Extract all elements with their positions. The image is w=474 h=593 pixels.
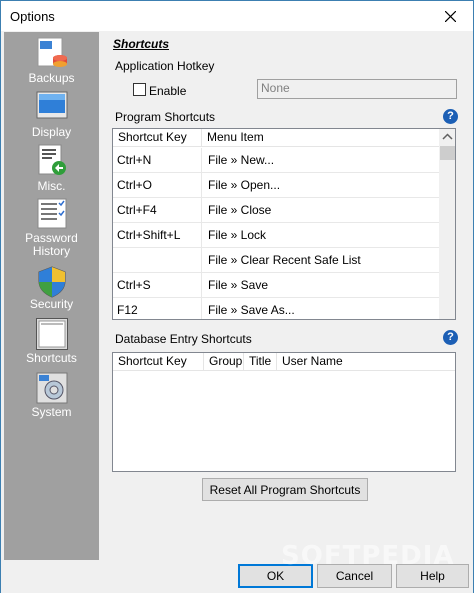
column-header-shortcut-key[interactable]: Shortcut Key [113,353,204,371]
sidebar-item-security[interactable]: Security [4,264,99,317]
column-header-title[interactable]: Title [244,353,277,371]
table-row[interactable]: File » Clear Recent Safe List [113,248,440,273]
title-bar: Options [1,1,473,31]
shortcut-key-cell: Ctrl+N [113,148,202,172]
close-icon [444,10,456,22]
misc-icon [38,144,66,175]
shortcut-key-cell: Ctrl+O [113,173,202,197]
menu-item-cell: File » Save As... [202,298,440,319]
sidebar-item-label: Shortcuts [26,351,77,365]
enable-hotkey-label: Enable [149,84,187,98]
table-row[interactable]: F12 File » Save As... [113,298,440,319]
enable-hotkey-checkbox[interactable] [133,83,146,96]
table-row[interactable]: Ctrl+F4 File » Close [113,198,440,223]
password-history-icon [37,198,67,229]
sidebar-item-password-history[interactable]: Password History [4,196,99,262]
shortcut-key-cell: Ctrl+F4 [113,198,202,222]
table-row[interactable]: Ctrl+N File » New... [113,148,440,173]
shortcut-key-cell [113,248,202,272]
sidebar-item-misc[interactable]: Misc. [4,142,99,195]
list-header: Shortcut Key Menu Item [113,129,440,147]
sidebar-item-backups[interactable]: Backups [4,34,99,87]
db-entry-shortcuts-help-icon[interactable]: ? [443,330,458,345]
menu-item-cell: File » Clear Recent Safe List [202,248,440,272]
hotkey-field[interactable]: None [257,79,457,99]
sidebar-item-label: Security [29,297,74,311]
shortcut-key-cell: Ctrl+S [113,273,202,297]
menu-item-cell: File » Lock [202,223,440,247]
system-icon [36,372,68,404]
shortcut-key-cell: Ctrl+Shift+L [113,223,202,247]
sidebar-item-label: History [32,244,71,258]
shortcuts-panel: Shortcuts Application Hotkey Enable None… [100,32,472,560]
table-row[interactable]: Ctrl+Shift+L File » Lock [113,223,440,248]
vertical-scrollbar[interactable] [439,129,456,319]
sidebar: Backups Display Misc. Password History S… [4,32,99,560]
sidebar-item-label: Backups [28,71,75,85]
column-header-group[interactable]: Group [204,353,244,371]
column-header-shortcut-key[interactable]: Shortcut Key [113,129,202,147]
menu-item-cell: File » Save [202,273,440,297]
shortcuts-icon [36,318,68,350]
table-row[interactable]: Ctrl+O File » Open... [113,173,440,198]
options-dialog: Options Backups Display Misc. Password H… [0,0,474,593]
program-shortcuts-label: Program Shortcuts [115,110,216,124]
program-shortcuts-help-icon[interactable]: ? [443,109,458,124]
menu-item-cell: File » Close [202,198,440,222]
column-header-user-name[interactable]: User Name [277,353,455,371]
security-shield-icon [38,266,66,298]
softpedia-watermark: SOFTPEDIA [281,541,455,571]
sidebar-item-shortcuts[interactable]: Shortcuts [4,316,99,369]
db-entry-shortcuts-list[interactable]: Shortcut Key Group Title User Name [112,352,456,472]
sidebar-item-label: System [31,405,72,419]
menu-item-cell: File » New... [202,148,440,172]
scroll-up-arrow-icon[interactable] [439,129,456,145]
close-button[interactable] [427,1,473,31]
section-title: Shortcuts [113,37,170,51]
app-hotkey-label: Application Hotkey [115,59,215,73]
sidebar-item-system[interactable]: System [4,370,99,423]
backups-icon [37,37,67,67]
display-icon [36,91,68,119]
shortcut-key-cell: F12 [113,298,202,319]
sidebar-item-label: Misc. [37,179,66,193]
menu-item-cell: File » Open... [202,173,440,197]
program-shortcuts-list[interactable]: Shortcut Key Menu Item Ctrl+N File » New… [112,128,456,320]
table-row[interactable]: Ctrl+S File » Save [113,273,440,298]
window-title: Options [10,9,55,24]
scrollbar-thumb[interactable] [440,146,455,160]
sidebar-item-display[interactable]: Display [4,88,99,141]
reset-all-shortcuts-button[interactable]: Reset All Program Shortcuts [202,478,368,501]
column-header-menu-item[interactable]: Menu Item [202,129,440,147]
db-entry-shortcuts-label: Database Entry Shortcuts [115,332,252,346]
sidebar-item-label: Display [31,125,72,139]
list-header: Shortcut Key Group Title User Name [113,353,455,371]
